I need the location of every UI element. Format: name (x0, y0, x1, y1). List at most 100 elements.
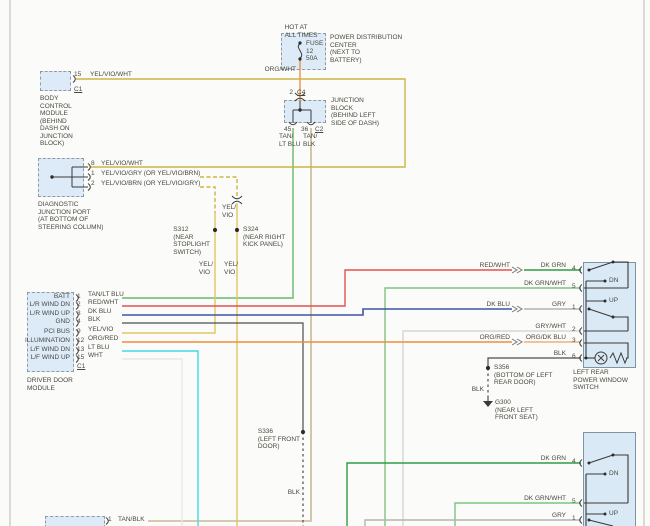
fuse-12-symbol-fuse-icon (297, 43, 303, 59)
label-jb-c4: C4 (297, 89, 306, 96)
dot-djp-junction (50, 175, 54, 179)
djp-pin8-bracket (87, 163, 91, 171)
label-tan-blk: TAN/ BLK (303, 133, 318, 148)
label-left-rear-power-window-switch: LEFT REAR POWER WINDOW SWITCH (573, 369, 628, 391)
sw2-arm-pin1 (588, 519, 614, 526)
sw1-arm-pin4 (588, 261, 614, 271)
label-ddm-lr-wind-up: L/R WIND UP (29, 310, 70, 317)
wire-yel-vio-brn-dashed (200, 186, 216, 213)
lamp-filament-icon (597, 354, 605, 362)
label-dk-grn-wht: DK GRN/WHT (524, 280, 566, 287)
label-wire-tan-lt-blu: TAN/LT BLU (88, 291, 124, 298)
label-ddm-pin-3: 3 (77, 310, 81, 317)
label-sw2-up: UP (609, 510, 619, 517)
label-wire-org-red: ORG/RED (88, 335, 119, 342)
sw1-contact-pin4 (587, 268, 591, 272)
label-ddm-pci-bus: PCI BUS (43, 328, 70, 335)
label-ddm-pin-4: 4 (77, 318, 81, 325)
label-splice-s336: S336 (LEFT FRONT DOOR) (257, 428, 300, 450)
splice-s324-dot (234, 227, 240, 233)
label-yel-vio-wht-djp: YEL/VIO/WHT (101, 160, 143, 167)
sw2-contact-pin1 (587, 518, 591, 522)
splice-s312-dot (212, 227, 218, 233)
org-red-org-dk-blu-connector (511, 338, 523, 346)
splice-s336-dot (300, 429, 306, 435)
label-tan-lt-blu: TAN/ LT BLU (279, 133, 301, 148)
label-ddm-lf-wind-dn: L/F WIND DN (30, 346, 70, 353)
label-sw2-pin-1: 1 (572, 515, 576, 522)
label-wire-red-wht: RED/WHT (88, 299, 119, 306)
dk-blu-gry-connector (511, 305, 523, 313)
sw2-contact-pin4 (587, 461, 591, 465)
label-splice-s356: S356 (BOTTOM OF LEFT REAR DOOR) (494, 364, 553, 386)
label-hot-at-all-times: HOT AT ALL TIMES (284, 24, 318, 39)
label-sw2-pin-4: 4 (572, 458, 576, 465)
label-ddm-pin-1: 1 (77, 293, 81, 300)
label-sw1-dn: DN (609, 277, 619, 284)
wire-blk-ddm (122, 322, 304, 432)
wire-yel-vio-gry-dashed (200, 176, 238, 197)
sw1-line-pin3 (584, 342, 629, 359)
label-blm-pin-1: 1 (108, 516, 112, 523)
label-sw1-pin-1: 1 (572, 304, 576, 311)
label-gry: GRY (552, 301, 566, 308)
label-blm-tan-blk: TAN/BLK (118, 516, 145, 523)
label-sw1-pin-4: 4 (572, 265, 576, 272)
label-ground-g300: G300 (NEAR LEFT FRONT SEAT) (495, 399, 538, 421)
label-blk-mid: BLK (287, 489, 300, 496)
label-wire-yel-vio: YEL/VIO (88, 326, 114, 333)
djp-pin1-bracket (87, 173, 91, 181)
label-blk-right-top: BLK (553, 350, 566, 357)
label-sw2-dn: DN (609, 470, 619, 477)
yel-vio-inline-connector (231, 195, 243, 205)
label-dk-grn-bottom: DK GRN (540, 455, 566, 462)
ground-g300-symbol-ground-icon (483, 401, 493, 407)
label-dk-blu-right: DK BLU (486, 301, 510, 308)
label-ddm-illumination: ILLUMINATION (24, 337, 70, 344)
label-splice-s312: S312 (NEAR STOPLIGHT SWITCH) (173, 226, 210, 256)
label-ddm-c1: C1 (77, 363, 86, 370)
fuse-dot-top (298, 41, 302, 45)
label-sw1-pin-5: 5 (572, 283, 576, 290)
label-yel-vio-right: YEL/ VIO (224, 261, 239, 276)
label-ddm-pin-12: 12 (77, 337, 85, 344)
label-red-wht-right: RED/WHT (479, 262, 510, 269)
sw1-bracket-pin2 (613, 316, 629, 331)
label-bcm-pin-15: 15 (74, 71, 82, 78)
label-splice-s324: S324 (NEAR RIGHT KICK PANEL) (243, 226, 286, 248)
label-junction-block: JUNCTION BLOCK (BEHIND LEFT SIDE OF DASH… (331, 97, 380, 127)
label-ddm-gnd: GND (55, 318, 70, 325)
label-sw1-up: UP (609, 297, 619, 304)
label-bcm-c1: C1 (74, 86, 83, 93)
label-yel-vio-left: YEL/ VIO (198, 261, 213, 276)
label-diagnostic-junction-port: DIAGNOSTIC JUNCTION PORT (AT BOTTOM OF S… (38, 201, 104, 231)
sw1-contact-lower (611, 315, 615, 319)
label-djp-pin-2: 2 (91, 180, 95, 187)
label-yel-vio-wht-bcm: YEL/VIO/WHT (90, 71, 132, 78)
label-sw1-pin-6: 6 (572, 353, 576, 360)
wire-wht (122, 358, 183, 526)
sw1-dn-dot (603, 279, 607, 283)
fuse-dot-bottom (298, 57, 302, 61)
label-yel-vio-mid: YEL/ VIO (222, 204, 237, 219)
label-sw1-pin-3: 3 (572, 337, 576, 344)
sw1-up-dot (603, 299, 607, 303)
sw2-dn-dot (603, 472, 607, 476)
label-wire-wht: WHT (88, 352, 103, 359)
label-gry-bottom: GRY (552, 512, 566, 519)
wire-gry-bottom (364, 519, 581, 526)
label-sw2-pin-5: 5 (572, 498, 576, 505)
label-dk-grn-wht-bottom: DK GRN/WHT (524, 495, 566, 502)
label-ddm-lr-wind-dn: L/R WIND DN (29, 301, 70, 308)
label-ddm-pin-15: 15 (77, 354, 85, 361)
label-sw1-pin-2: 2 (572, 326, 576, 333)
sw2-arm-pin4 (588, 454, 614, 464)
label-gry-wht: GRY/WHT (535, 323, 566, 330)
label-driver-door-module: DRIVER DOOR MODULE (27, 377, 73, 392)
sw2-up-dot (603, 512, 607, 516)
sw2-bracket-pin5 (613, 454, 629, 503)
label-wire-dk-blu: DK BLU (88, 308, 112, 315)
label-wire-blk: BLK (88, 316, 101, 323)
label-fuse: FUSE 12 50A (306, 40, 324, 62)
sw1-pin3-bracket (579, 339, 583, 347)
